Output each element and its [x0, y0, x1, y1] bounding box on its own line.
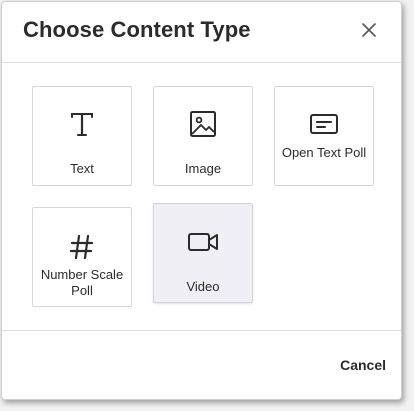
dialog-footer: Cancel — [2, 330, 401, 399]
hash-icon — [69, 234, 94, 260]
tile-text[interactable]: Text — [32, 86, 132, 186]
dialog-header: Choose Content Type — [2, 2, 401, 63]
dialog-title: Choose Content Type — [23, 17, 251, 42]
content-type-grid: Text Image Open Text Poll Number Scale P… — [2, 63, 401, 332]
video-camera-icon — [188, 233, 218, 251]
tile-label: Number Scale Poll — [40, 267, 124, 298]
text-icon — [71, 113, 93, 136]
image-icon — [190, 111, 216, 137]
close-button[interactable] — [359, 20, 379, 40]
tile-image[interactable]: Image — [153, 86, 253, 186]
tile-video[interactable]: Video — [153, 203, 253, 303]
tile-open-text-poll[interactable]: Open Text Poll — [274, 86, 374, 186]
tile-label: Image — [184, 161, 222, 176]
cancel-button[interactable]: Cancel — [340, 357, 386, 373]
tile-label: Open Text Poll — [281, 145, 367, 160]
tile-label: Video — [186, 279, 220, 294]
choose-content-type-dialog: Choose Content Type Text Image Open Text… — [1, 1, 402, 400]
open-text-poll-icon — [310, 114, 338, 134]
tile-number-scale-poll[interactable]: Number Scale Poll — [32, 207, 132, 307]
close-icon — [362, 23, 376, 37]
tile-label: Text — [70, 161, 94, 176]
